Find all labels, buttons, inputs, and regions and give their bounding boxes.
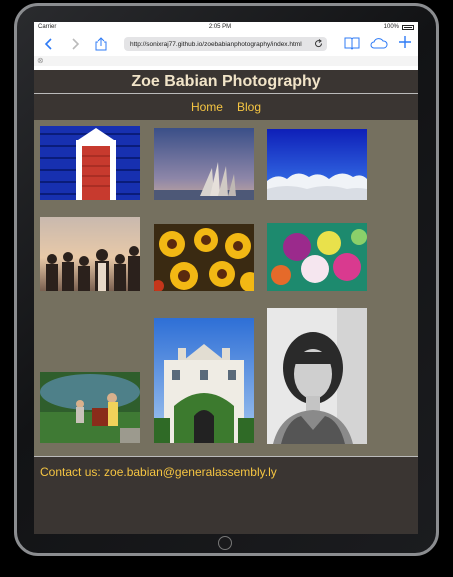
- photo-gallery: [34, 120, 418, 455]
- photo-red-door[interactable]: [40, 126, 140, 200]
- toolbar-right: [344, 35, 412, 56]
- photo-sailboat[interactable]: [154, 128, 254, 200]
- clock: 2:05 PM: [208, 24, 232, 30]
- photo-garden[interactable]: [40, 372, 140, 443]
- site-footer: Contact us: zoe.babian@generalassembly.l…: [34, 456, 418, 534]
- website: Zoe Babian Photography Home Blog Contact…: [34, 70, 418, 534]
- photo-bouquet[interactable]: [267, 223, 367, 291]
- battery-status: 100%: [384, 24, 414, 30]
- photo-crowd-sunset[interactable]: [40, 217, 140, 291]
- site-title: Zoe Babian Photography: [131, 72, 321, 90]
- contact-text[interactable]: Contact us: zoe.babian@generalassembly.l…: [34, 457, 418, 487]
- url-field[interactable]: http://sonixraj77.github.io/zoebabianpho…: [124, 37, 327, 51]
- tab-bar: ⊗: [34, 56, 418, 66]
- url-text: http://sonixraj77.github.io/zoebabianpho…: [130, 40, 302, 48]
- carrier-label: Carrier: [38, 24, 57, 30]
- reload-icon[interactable]: [314, 39, 323, 50]
- forward-icon[interactable]: [66, 35, 84, 53]
- photo-portrait[interactable]: [267, 308, 367, 444]
- photo-clouds[interactable]: [267, 129, 367, 200]
- site-nav: Home Blog: [34, 94, 418, 120]
- status-bar: Carrier 2:05 PM 100%: [34, 22, 418, 32]
- close-tab-icon[interactable]: ⊗: [37, 56, 44, 65]
- nav-blog-link[interactable]: Blog: [237, 100, 261, 114]
- browser-toolbar: http://sonixraj77.github.io/zoebabianpho…: [34, 32, 418, 56]
- bookmarks-icon[interactable]: [344, 35, 360, 56]
- site-header: Zoe Babian Photography: [34, 70, 418, 94]
- photo-mansion[interactable]: [154, 318, 254, 443]
- cloud-tabs-icon[interactable]: [370, 35, 388, 56]
- nav-home-link[interactable]: Home: [191, 100, 223, 114]
- tablet-screen: Carrier 2:05 PM 100% http://sonixraj77.g…: [34, 22, 418, 534]
- battery-icon: [402, 24, 414, 30]
- new-tab-icon[interactable]: [398, 35, 412, 56]
- battery-percent: 100%: [383, 24, 399, 30]
- photo-sunflowers[interactable]: [154, 224, 254, 291]
- back-icon[interactable]: [40, 35, 58, 53]
- home-button[interactable]: [218, 536, 232, 550]
- share-icon[interactable]: [92, 35, 110, 53]
